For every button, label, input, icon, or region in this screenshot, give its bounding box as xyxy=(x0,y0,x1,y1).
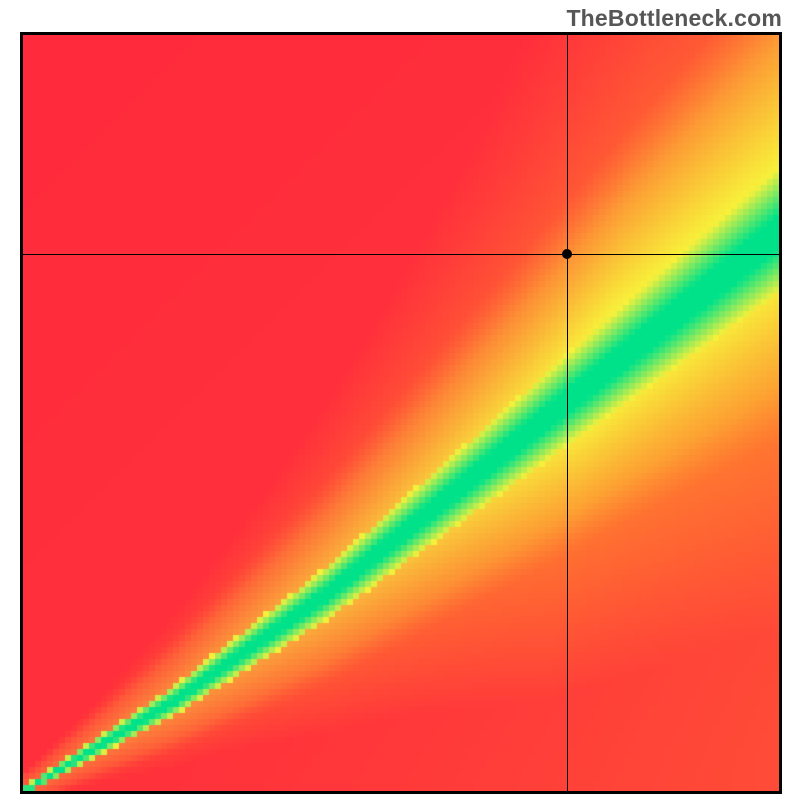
watermark-label: TheBottleneck.com xyxy=(566,5,782,32)
crosshair-vertical xyxy=(567,35,568,791)
heatmap-canvas xyxy=(23,35,779,791)
crosshair-horizontal xyxy=(23,254,779,255)
heatmap-plot xyxy=(20,32,782,794)
crosshair-marker xyxy=(562,249,572,259)
